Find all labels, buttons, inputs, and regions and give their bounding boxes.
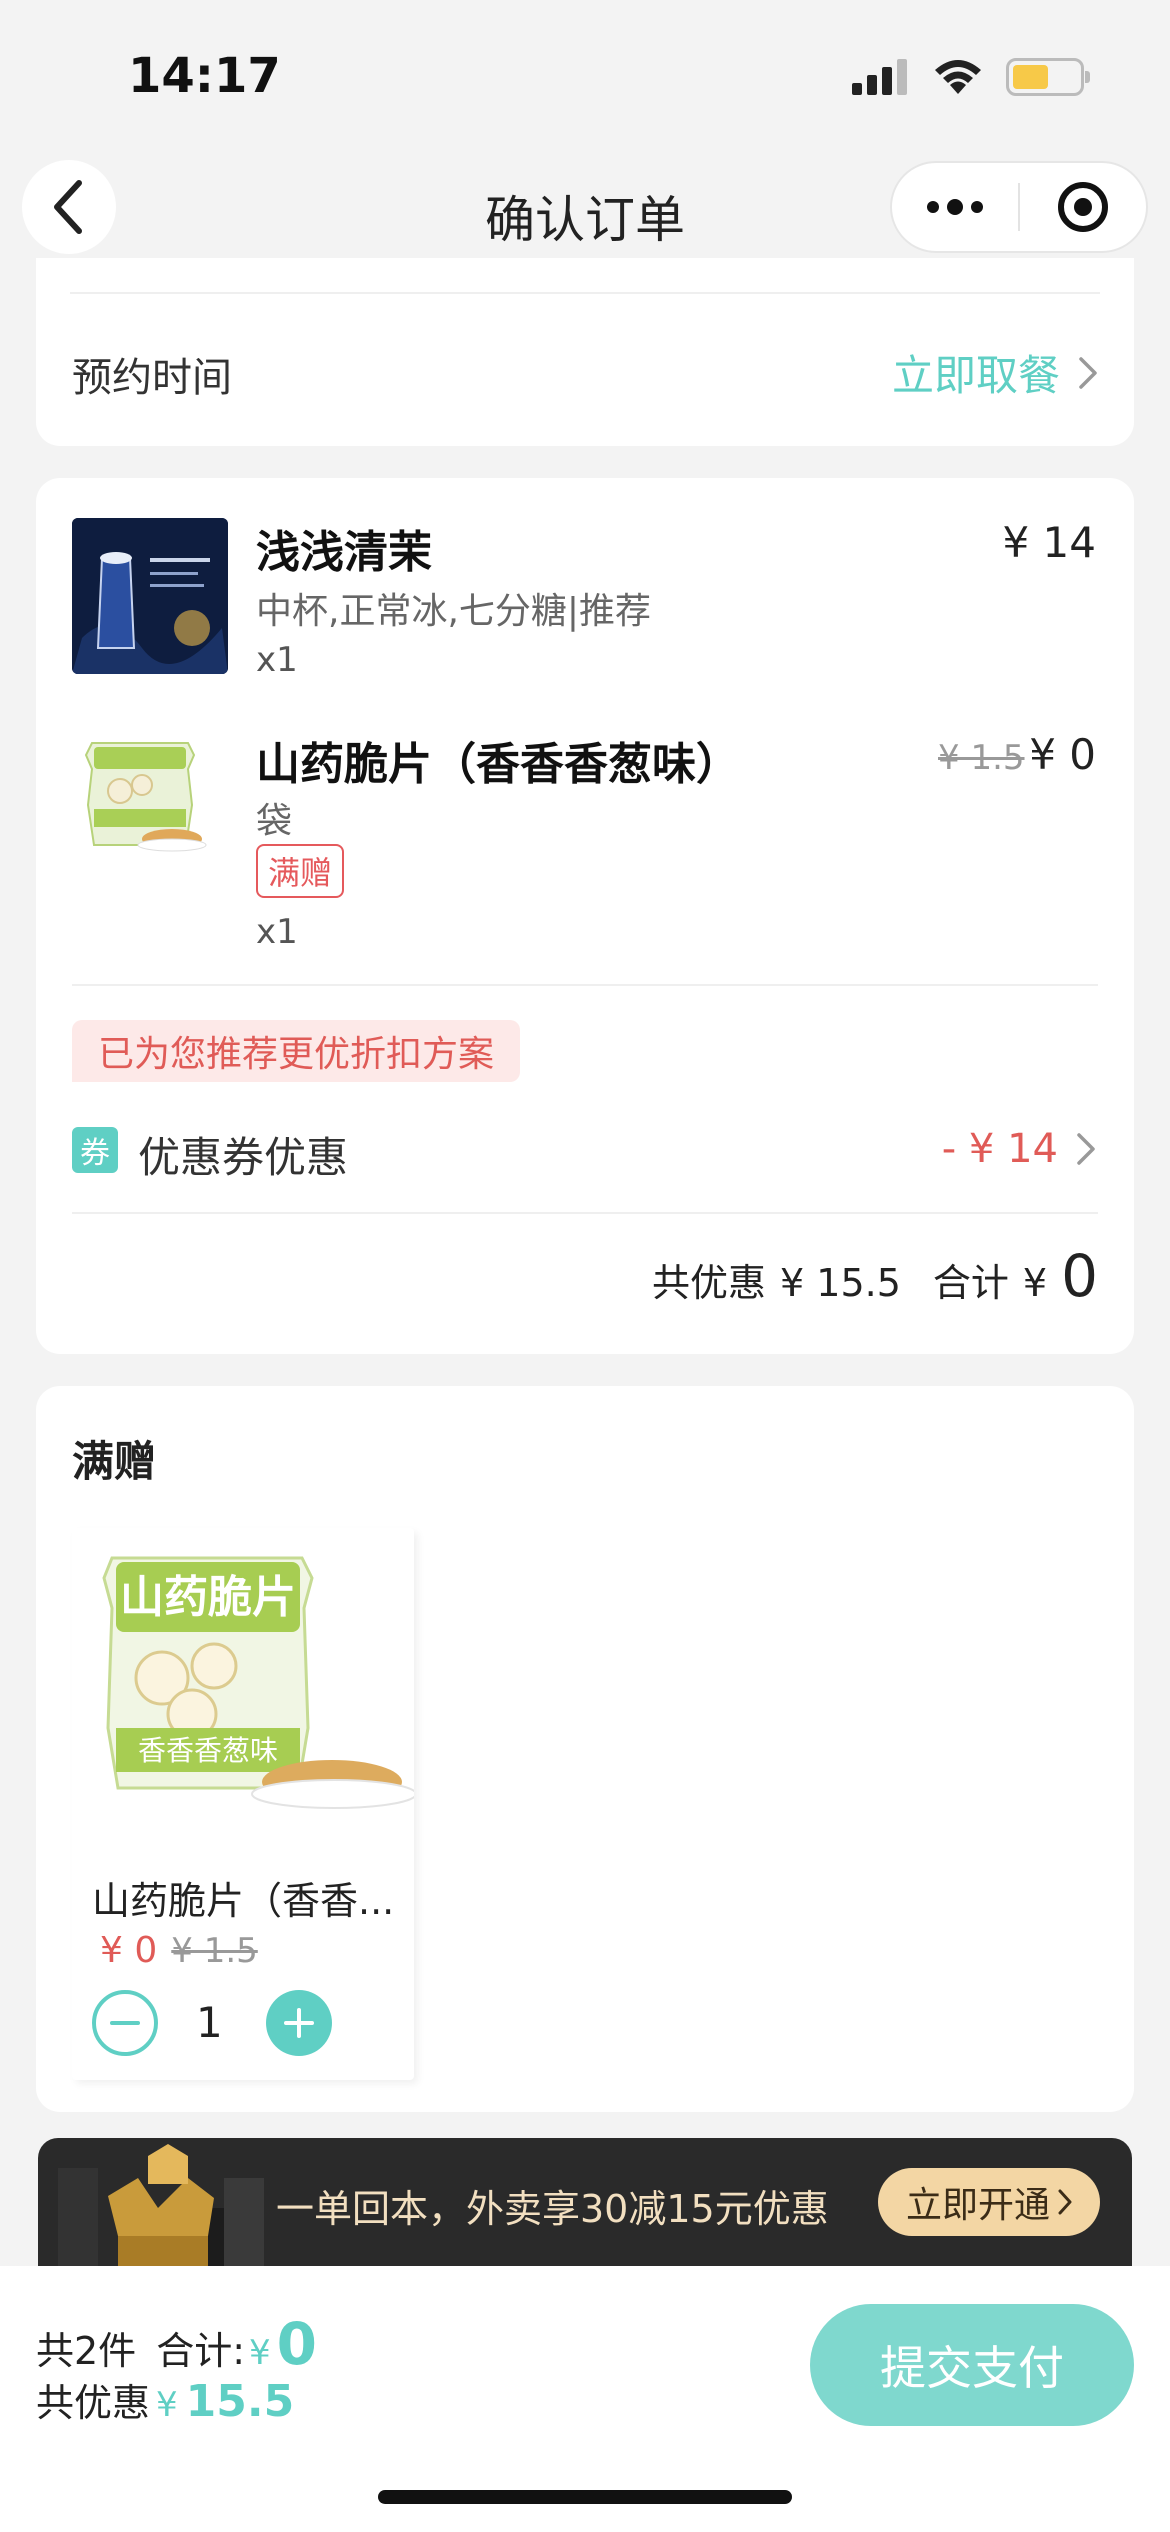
discount-recommendation-tip: 已为您推荐更优折扣方案 (72, 1020, 521, 1082)
divider (72, 1212, 1098, 1214)
home-indicator (378, 2490, 792, 2504)
gift-section-title: 满赠 (72, 1437, 157, 1486)
bottom-discount-label: 共优惠 (36, 2381, 151, 2425)
item-original-price: ¥ 1.5 (938, 738, 1025, 778)
gift-product-name: 山药脆片（香香... (92, 1879, 395, 1923)
gift-price-row: ¥ 0 ¥ 1.5 (100, 1930, 258, 1971)
bottom-total-label: 合计: (156, 2329, 245, 2373)
status-time: 14:17 (128, 48, 281, 104)
quantity-increase-button[interactable] (266, 1990, 332, 2056)
item-spec: 中杯,正常冰,七分糖|推荐 (256, 591, 652, 632)
package-title-text: 山药脆片 (120, 1572, 296, 1623)
reserve-time-selector[interactable]: 立即取餐 (892, 342, 1098, 403)
gift-product-image: 山药脆片 香香香葱味 (102, 1556, 414, 1809)
plus-icon (284, 2008, 314, 2038)
gift-tag: 满赠 (256, 844, 345, 898)
submit-payment-button[interactable]: 提交支付 (810, 2304, 1134, 2426)
item-count: 共2件 (36, 2329, 137, 2373)
quantity-decrease-button[interactable] (92, 1990, 158, 2056)
banner-text: 一单回本，外卖享30减15元优惠 (276, 2187, 829, 2231)
more-icon (927, 199, 983, 215)
summary-total-label: 合计 (932, 1261, 1009, 1305)
gift-original-price: ¥ 1.5 (171, 1931, 258, 1971)
item-quantity: x1 (256, 912, 298, 952)
bottom-discount-row: 共优惠 ¥ 15.5 (36, 2372, 294, 2427)
bottom-currency: ¥ (156, 2385, 178, 2425)
chevron-right-icon (1077, 1133, 1095, 1165)
bottom-discount-value: 15.5 (185, 2376, 295, 2427)
gift-price: ¥ 0 (100, 1930, 158, 1971)
item-price: ¥ 14 (1002, 518, 1096, 567)
mini-program-capsule (890, 161, 1148, 253)
bottom-total-value: 0 (276, 2310, 317, 2378)
wifi-icon (935, 60, 981, 94)
coupon-icon: 券 (72, 1127, 118, 1173)
quantity-value: 1 (196, 1998, 223, 2047)
summary-discount-label: 共优惠 (652, 1261, 767, 1305)
reserve-time-label: 预约时间 (72, 355, 232, 401)
package-flavor-text: 香香香葱味 (138, 1734, 278, 1767)
item-spec: 袋 (256, 801, 293, 842)
crown-gift-icon (58, 2144, 264, 2266)
coupon-label[interactable]: 优惠券优惠 (138, 1124, 348, 1185)
chevron-right-icon (1079, 356, 1097, 389)
item-quantity: x1 (256, 640, 298, 680)
coupon-value: - ¥ 14 (941, 1126, 1058, 1172)
close-miniprogram-button[interactable] (1020, 180, 1146, 234)
product-image-chips (80, 735, 210, 865)
summary-discount-value: ¥ 15.5 (780, 1261, 901, 1305)
item-price: ¥ 0 (1029, 730, 1096, 779)
bottom-total-row: 共2件 合计: ¥ 0 (36, 2310, 317, 2378)
coupon-selector[interactable]: - ¥ 14 (942, 1126, 1096, 1172)
more-button[interactable] (892, 199, 1018, 215)
item-name: 浅浅清茉 (256, 527, 432, 578)
status-icons (852, 58, 1090, 96)
bottom-currency: ¥ (249, 2333, 271, 2373)
product-image-tea (72, 518, 228, 674)
summary-total-value: 0 (1061, 1242, 1098, 1310)
cellular-signal-icon (852, 59, 907, 95)
target-icon (1058, 182, 1108, 232)
divider (70, 292, 1100, 294)
activate-membership-button[interactable]: 立即开通 (878, 2168, 1100, 2236)
divider (72, 984, 1098, 986)
reserve-time-value: 立即取餐 (891, 351, 1060, 400)
summary-currency: ¥ (1022, 1261, 1048, 1305)
battery-icon (1006, 58, 1090, 96)
order-summary: 共优惠 ¥ 15.5 合计 ¥ 0 (652, 1242, 1098, 1310)
activate-membership-label: 立即开通 (905, 2185, 1050, 2226)
chevron-right-icon (1058, 2189, 1072, 2215)
item-name: 山药脆片（香香香葱味） (256, 739, 740, 790)
minus-icon (110, 2021, 140, 2025)
